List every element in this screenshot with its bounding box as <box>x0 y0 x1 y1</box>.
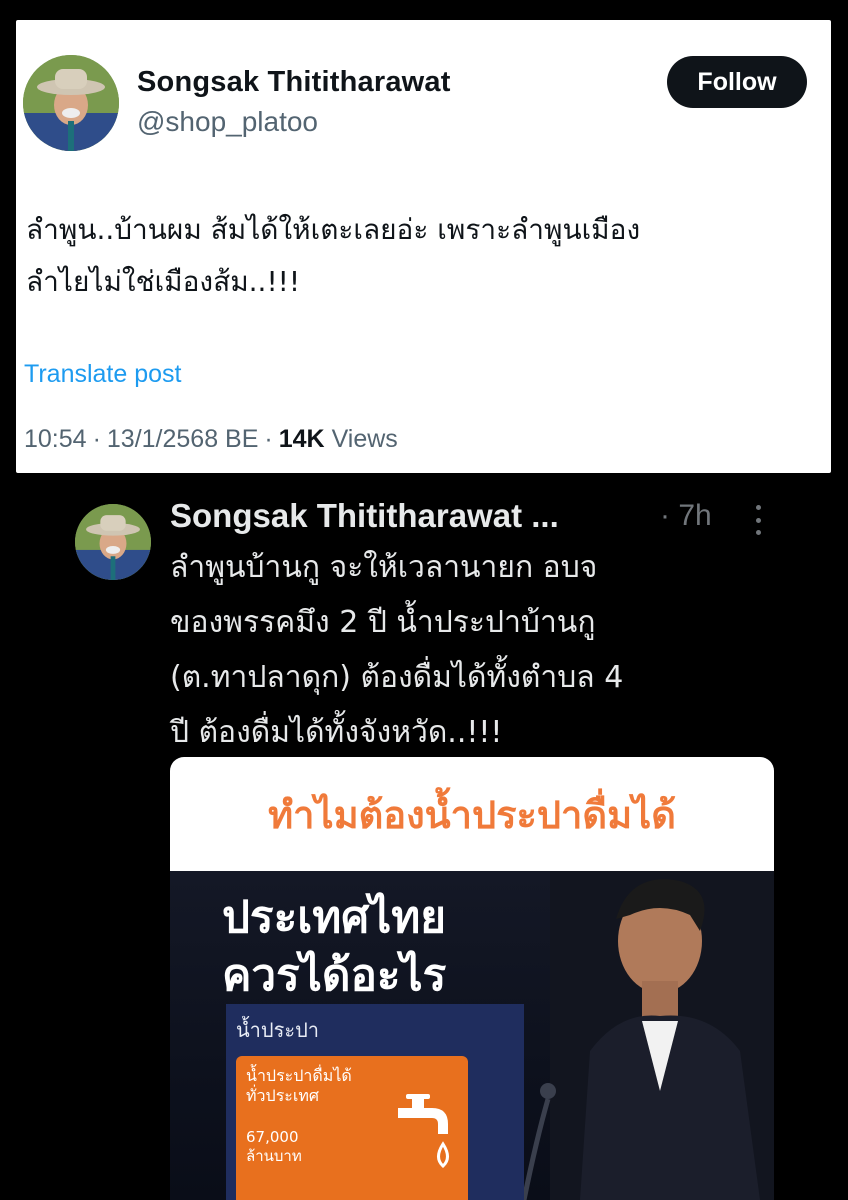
reply-author-name[interactable]: Songsak Thititharawat ... <box>170 497 559 535</box>
reply-avatar[interactable] <box>75 504 151 580</box>
info-panel: น้ำประปา น้ำประปาดื่มได้ ทั่วประเทศ 67,0… <box>226 1004 524 1200</box>
post-time[interactable]: 10:54 <box>24 425 87 454</box>
speaker-photo <box>550 871 774 1200</box>
policy-text-line: ทั่วประเทศ <box>246 1086 320 1105</box>
avatar[interactable] <box>23 55 119 151</box>
media-header-text: ทำไมต้องน้ำประปาดื่มได้ <box>268 792 676 837</box>
policy-text-line: น้ำประปาดื่มได้ <box>246 1066 352 1085</box>
avatar-image <box>75 504 151 580</box>
post-date[interactable]: 13/1/2568 BE <box>107 425 259 454</box>
views[interactable]: 14K Views <box>279 425 398 454</box>
reply-text-line: ลำพูนบ้านกู จะให้เวลานายก อบจ <box>170 550 598 585</box>
reply-media[interactable]: ทำไมต้องน้ำประปาดื่มได้ ประเทศไทย ควรได้… <box>170 757 774 1200</box>
reply-text-line: (ต.ทาปลาดุก) ต้องดื่มได้ทั้งตำบล 4 <box>170 660 624 695</box>
policy-amount-unit: ล้านบาท <box>246 1147 302 1165</box>
poster-title: ประเทศไทย ควรได้อะไร <box>222 889 446 1005</box>
meta-separator: · <box>92 425 101 453</box>
author-name[interactable]: Songsak Thititharawat <box>137 66 451 99</box>
policy-amount-value: 67,000 <box>246 1128 299 1146</box>
reply-text-line: ของพรรคมึง 2 ปี น้ำประปาบ้านกู <box>170 605 596 640</box>
views-count: 14K <box>278 425 325 453</box>
policy-text: น้ำประปาดื่มได้ ทั่วประเทศ <box>246 1066 386 1106</box>
policy-box: น้ำประปาดื่มได้ ทั่วประเทศ 67,000 ล้านบา… <box>236 1056 468 1200</box>
poster-title-line: ควรได้อะไร <box>222 950 447 1001</box>
policy-amount: 67,000 ล้านบาท <box>246 1128 302 1166</box>
media-header: ทำไมต้องน้ำประปาดื่มได้ <box>170 757 774 871</box>
reply-text-line: ปี ต้องดื่มได้ทั้งจังหวัด..!!! <box>170 715 503 750</box>
reply-time[interactable]: · 7h <box>660 499 712 533</box>
avatar-image <box>23 55 119 151</box>
top-post-card: Songsak Thititharawat @shop_platoo Follo… <box>16 20 831 473</box>
post-text-line: ลำพูน..บ้านผม ส้มได้ให้เตะเลยอ่ะ เพราะลำ… <box>26 213 641 246</box>
meta-separator: · <box>264 425 273 453</box>
reply-text: ลำพูนบ้านกู จะให้เวลานายก อบจ ของพรรคมึง… <box>170 540 810 760</box>
more-options-icon[interactable] <box>750 505 766 535</box>
poster-title-line: ประเทศไทย <box>222 892 447 943</box>
water-tap-icon <box>398 1094 449 1169</box>
media-poster: ประเทศไทย ควรได้อะไร น้ำประปา น้ำประปาดื… <box>170 871 774 1200</box>
follow-button[interactable]: Follow <box>667 56 807 108</box>
post-text-line: ลำไยไม่ใช่เมืองส้ม..!!! <box>26 265 301 298</box>
author-handle[interactable]: @shop_platoo <box>137 106 318 138</box>
panel-label: น้ำประปา <box>236 1018 320 1042</box>
post-meta: 10:54 · 13/1/2568 BE · 14K Views <box>24 425 398 454</box>
views-label: Views <box>331 425 398 453</box>
post-text: ลำพูน..บ้านผม ส้มได้ให้เตะเลยอ่ะ เพราะลำ… <box>26 204 816 308</box>
translate-post-link[interactable]: Translate post <box>24 360 181 389</box>
